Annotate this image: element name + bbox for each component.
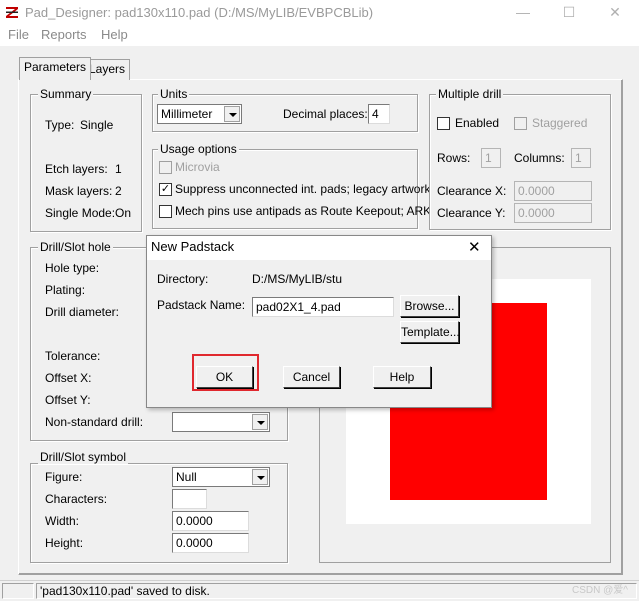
units-select[interactable]: Millimeter — [157, 104, 242, 124]
offset-x-label: Offset X: — [45, 371, 92, 385]
enabled-checkbox[interactable] — [437, 117, 450, 130]
padstack-name-label: Padstack Name: — [157, 298, 246, 312]
etch-layers-label: Etch layers: — [45, 162, 108, 176]
menu-reports[interactable]: Reports — [41, 27, 87, 42]
offset-y-label: Offset Y: — [45, 393, 91, 407]
multiple-drill-legend: Multiple drill — [436, 87, 504, 101]
suppress-label: Suppress unconnected int. pads; legacy a… — [175, 182, 431, 196]
window-title: Pad_Designer: pad130x110.pad (D:/MS/MyLI… — [25, 5, 374, 20]
plating-label: Plating: — [45, 283, 86, 297]
clearance-y-input[interactable]: 0.0000 — [514, 203, 592, 223]
figure-select[interactable]: Null — [172, 467, 270, 487]
figure-label: Figure: — [45, 470, 83, 484]
hole-type-label: Hole type: — [45, 261, 100, 275]
non-standard-drill-select[interactable] — [172, 412, 270, 432]
cancel-button[interactable]: Cancel — [283, 366, 340, 388]
menu-file[interactable]: File — [8, 27, 29, 42]
chevron-down-icon[interactable] — [224, 106, 240, 122]
clearance-y-label: Clearance Y: — [437, 206, 506, 220]
single-mode-label: Single Mode: — [45, 206, 116, 220]
microvia-checkbox[interactable] — [159, 161, 172, 174]
units-selected-value: Millimeter — [161, 107, 213, 121]
status-message: 'pad130x110.pad' saved to disk. — [40, 584, 210, 598]
height-label: Height: — [45, 536, 84, 550]
microvia-label: Microvia — [175, 160, 220, 174]
dialog-close-icon[interactable]: ✕ — [468, 238, 481, 256]
drill-slot-symbol-legend: Drill/Slot symbol — [38, 450, 129, 464]
type-label: Type: — [45, 118, 75, 132]
clearance-x-label: Clearance X: — [437, 184, 507, 198]
mech-pins-checkbox[interactable] — [159, 205, 172, 218]
rows-input[interactable]: 1 — [481, 148, 501, 168]
close-button[interactable]: ✕ — [592, 0, 638, 24]
non-standard-drill-label: Non-standard drill: — [45, 415, 144, 429]
chevron-down-icon[interactable] — [252, 469, 268, 485]
staggered-label: Staggered — [532, 116, 588, 130]
menu-bar — [0, 24, 639, 46]
help-button[interactable]: Help — [373, 366, 431, 388]
minimize-button[interactable]: — — [500, 0, 546, 24]
height-input[interactable]: 0.0000 — [172, 533, 249, 553]
width-label: Width: — [45, 514, 80, 528]
chevron-down-icon[interactable] — [252, 414, 268, 430]
directory-value: D:/MS/MyLIB/stu — [252, 272, 343, 286]
single-mode-value: On — [115, 206, 132, 220]
width-input[interactable]: 0.0000 — [172, 511, 249, 531]
drill-slot-hole-legend: Drill/Slot hole — [38, 240, 113, 254]
units-legend: Units — [158, 87, 190, 101]
summary-legend: Summary — [38, 87, 94, 101]
browse-button[interactable]: Browse... — [400, 295, 459, 317]
mask-layers-value: 2 — [115, 184, 122, 198]
padstack-name-input[interactable]: pad02X1_4.pad — [252, 297, 394, 317]
directory-label: Directory: — [157, 272, 209, 286]
columns-label: Columns: — [514, 151, 565, 165]
ok-highlight-box — [192, 354, 259, 391]
app-icon — [5, 5, 19, 19]
columns-input[interactable]: 1 — [571, 148, 591, 168]
decimal-places-label: Decimal places: — [283, 107, 368, 121]
mask-layers-label: Mask layers: — [45, 184, 113, 198]
status-pane-left — [2, 583, 34, 599]
template-button[interactable]: Template... — [400, 321, 460, 343]
maximize-button[interactable]: ☐ — [546, 0, 592, 24]
etch-layers-value: 1 — [115, 162, 122, 176]
usage-options-legend: Usage options — [158, 142, 239, 156]
type-value: Single — [80, 118, 114, 132]
suppress-checkbox[interactable]: ✓ — [159, 183, 172, 196]
decimal-places-input[interactable]: 4 — [368, 104, 390, 124]
characters-label: Characters: — [45, 492, 108, 506]
mech-pins-label: Mech pins use antipads as Route Keepout;… — [175, 204, 432, 218]
tolerance-label: Tolerance: — [45, 349, 101, 363]
characters-input[interactable] — [172, 489, 207, 509]
rows-label: Rows: — [437, 151, 471, 165]
figure-selected-value: Null — [176, 470, 197, 484]
tab-parameters[interactable]: Parameters — [19, 57, 92, 80]
drill-diameter-label: Drill diameter: — [45, 305, 120, 319]
clearance-x-input[interactable]: 0.0000 — [514, 181, 592, 201]
staggered-checkbox[interactable] — [514, 117, 527, 130]
dialog-title: New Padstack — [151, 239, 235, 254]
enabled-label: Enabled — [455, 116, 500, 130]
menu-help[interactable]: Help — [101, 27, 128, 42]
watermark: CSDN @爱^ — [572, 585, 628, 596]
